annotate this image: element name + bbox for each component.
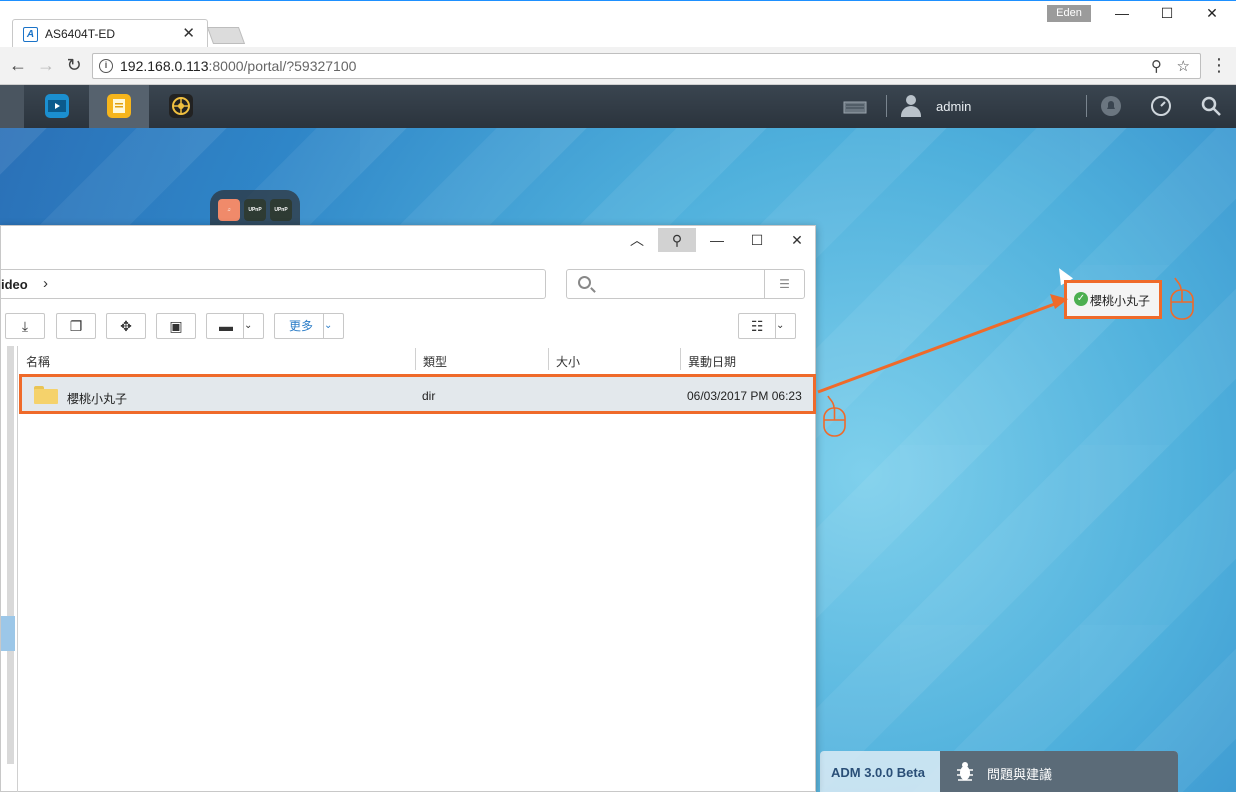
version-bar: ADM 3.0.0 Beta 問題與建議 <box>820 751 1178 792</box>
info-icon[interactable]: i <box>99 59 113 73</box>
version-label: ADM 3.0.0 Beta <box>831 765 925 780</box>
taskbar-app-central[interactable] <box>151 85 211 128</box>
browser-tab[interactable]: A AS6404T-ED ✕ <box>12 19 208 48</box>
app-central-icon <box>169 94 193 118</box>
column-divider <box>680 348 681 370</box>
reload-icon[interactable]: ↻ <box>63 55 85 77</box>
forward-icon[interactable]: → <box>35 55 57 77</box>
tab-title: AS6404T-ED <box>45 27 116 41</box>
chevron-down-icon: ⌄ <box>323 314 343 338</box>
search-icon[interactable] <box>1199 94 1223 118</box>
column-header-name[interactable]: 名稱 <box>26 353 50 370</box>
taskbar-divider <box>1086 95 1087 117</box>
video-app-icon <box>45 94 69 118</box>
upnp-icon-1[interactable]: UPnP <box>244 199 266 221</box>
key-icon[interactable]: ⚲ <box>1151 57 1162 75</box>
keyboard-icon[interactable] <box>843 94 867 118</box>
profile-badge[interactable]: Eden <box>1047 5 1091 22</box>
folder-menu-button[interactable]: ▬ ⌄ <box>206 313 264 339</box>
desktop-dropped-item[interactable]: ✓ 櫻桃小丸子 <box>1064 280 1162 319</box>
chevron-down-icon: ⌄ <box>243 314 263 338</box>
chevron-down-icon: ⌄ <box>775 314 795 338</box>
row-name: 櫻桃小丸子 <box>67 392 128 406</box>
sidebar-selected-item[interactable] <box>1 616 15 651</box>
file-explorer-icon <box>107 94 131 118</box>
file-explorer-window: ︿ ⚲ — ☐ ✕ ideo › ☰ ⤓ ❐ ✥ ▣ ▬ ⌄ 更多 ⌄ ☷ ⌄ 名稱 … <box>0 225 816 792</box>
row-modified: 06/03/2017 PM 06:23 <box>687 389 802 403</box>
close-icon[interactable]: ✕ <box>1200 5 1224 25</box>
search-icon <box>578 276 591 289</box>
column-divider <box>415 348 416 370</box>
window-titlebar[interactable]: ︿ ⚲ — ☐ ✕ <box>1 226 815 254</box>
back-icon[interactable]: ← <box>7 55 29 77</box>
avatar[interactable] <box>899 94 923 118</box>
upnp-icon-2[interactable]: UPnP <box>270 199 292 221</box>
dashboard-gauge-icon[interactable] <box>1149 94 1173 118</box>
maximize-icon[interactable]: ☐ <box>1155 5 1179 25</box>
copy-button[interactable]: ❐ <box>56 313 96 339</box>
pin-icon[interactable]: ⚲ <box>658 228 696 252</box>
feedback-button[interactable]: 問題與建議 <box>940 751 1178 792</box>
url-text: 192.168.0.113:8000/portal/?59327100 <box>120 58 357 74</box>
taskbar-app-video[interactable] <box>27 85 87 128</box>
dropped-item-label: 櫻桃小丸子 <box>1090 294 1151 308</box>
column-header-type[interactable]: 類型 <box>423 353 447 370</box>
address-bar-row: ← → ↻ i 192.168.0.113:8000/portal/?59327… <box>0 47 1236 85</box>
as-logo-icon: A <box>23 27 38 42</box>
notification-bell-icon[interactable] <box>1099 94 1123 118</box>
star-icon[interactable]: ☆ <box>1177 57 1190 75</box>
url-input[interactable]: i 192.168.0.113:8000/portal/?59327100 ⚲ … <box>92 53 1201 79</box>
more-label: 更多 <box>289 319 314 333</box>
check-icon: ✓ <box>1074 292 1088 306</box>
adm-taskbar: admin <box>0 85 1236 128</box>
column-divider <box>548 348 549 370</box>
breadcrumb-item[interactable]: ideo <box>1 277 28 292</box>
close-window-icon[interactable]: ✕ <box>778 228 816 252</box>
taskbar-edge <box>0 85 24 128</box>
view-mode-button[interactable]: ☷ ⌄ <box>738 313 796 339</box>
chevron-right-icon: › <box>43 275 48 292</box>
tab-close-icon[interactable]: ✕ <box>182 24 195 42</box>
search-input[interactable]: ☰ <box>566 269 805 299</box>
minimize-icon[interactable]: — <box>1110 5 1134 25</box>
breadcrumb[interactable]: ideo › <box>1 269 546 299</box>
scrollbar[interactable] <box>7 346 14 764</box>
table-header: 名稱 類型 大小 異動日期 <box>19 346 814 372</box>
column-header-size[interactable]: 大小 <box>556 353 580 370</box>
taskbar-app-file-explorer[interactable] <box>89 85 149 128</box>
bug-icon <box>954 760 976 782</box>
column-divider <box>17 346 18 792</box>
move-button[interactable]: ✥ <box>106 313 146 339</box>
taskbar-divider <box>886 95 887 117</box>
username-label[interactable]: admin <box>936 99 971 114</box>
column-header-modified[interactable]: 異動日期 <box>688 353 736 370</box>
new-tab-button[interactable] <box>206 27 246 44</box>
feedback-label: 問題與建議 <box>987 767 1053 782</box>
maximize-window-icon[interactable]: ☐ <box>738 228 776 252</box>
collapse-icon[interactable]: ︿ <box>618 228 656 252</box>
music-app-icon[interactable]: ♫ <box>218 199 240 221</box>
table-row[interactable]: 櫻桃小丸子 dir 06/03/2017 PM 06:23 <box>19 374 816 414</box>
select-all-button[interactable]: ▣ <box>156 313 196 339</box>
row-type: dir <box>422 389 436 403</box>
download-button[interactable]: ⤓ <box>5 313 45 339</box>
browser-tabbar: A AS6404T-ED ✕ Eden — ☐ ✕ <box>0 0 1236 48</box>
more-button[interactable]: 更多 ⌄ <box>274 313 344 339</box>
search-options-icon[interactable]: ☰ <box>764 270 804 298</box>
menu-icon[interactable]: ⋮ <box>1208 55 1230 77</box>
folder-icon <box>34 386 58 404</box>
minimize-window-icon[interactable]: — <box>698 228 736 252</box>
